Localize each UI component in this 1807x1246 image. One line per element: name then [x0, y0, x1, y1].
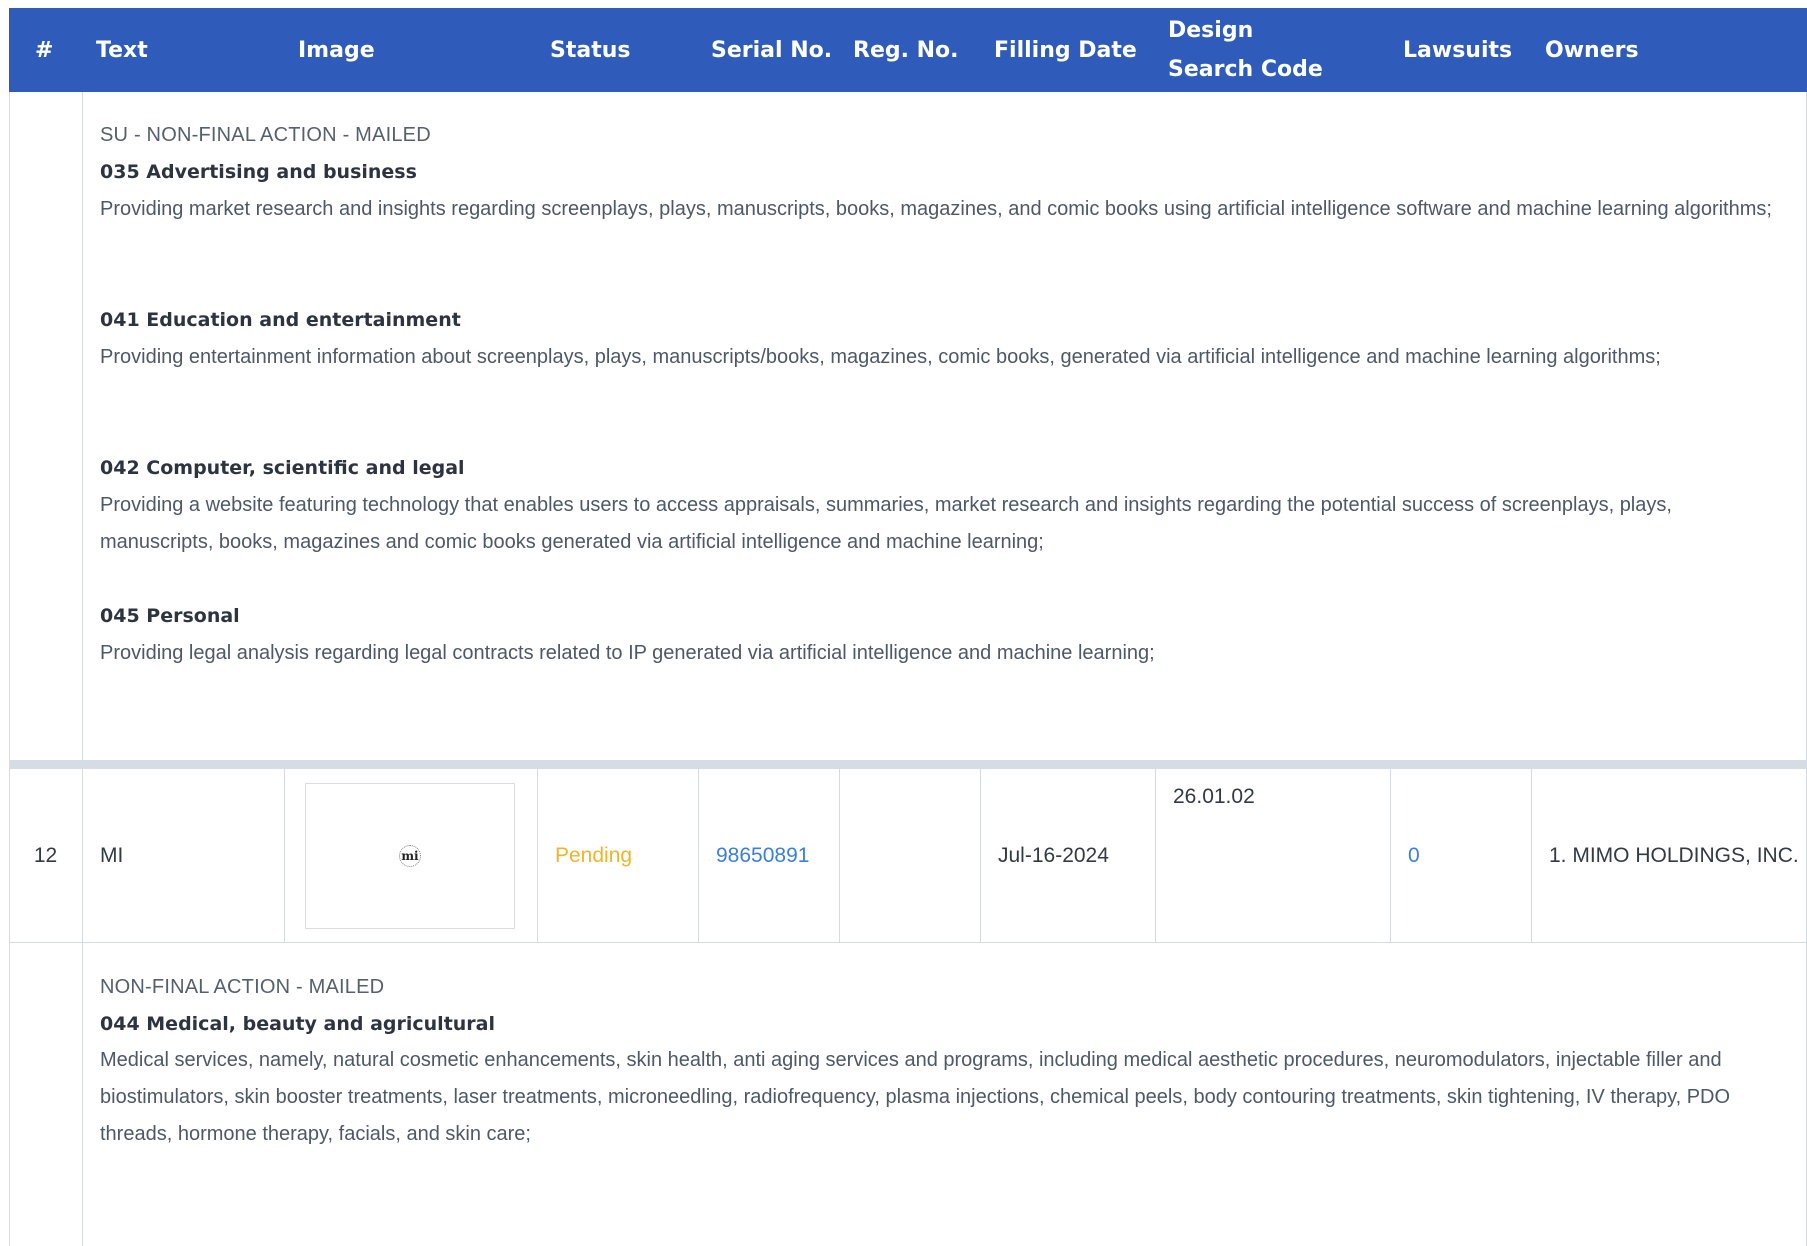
class-title: 045 Personal	[100, 605, 240, 627]
cell-image: mi	[284, 769, 537, 942]
detail-status-line: SU - NON-FINAL ACTION - MAILED	[100, 124, 431, 146]
cell-status: Pending	[537, 769, 698, 942]
header-lawsuits[interactable]: Lawsuits	[1403, 8, 1512, 92]
class-title: 042 Computer, scientific and legal	[100, 457, 465, 479]
table-header: # Text Image Status Serial No. Reg. No. …	[9, 8, 1807, 92]
header-index[interactable]: #	[35, 8, 53, 92]
cell-owners: 1. MIMO HOLDINGS, INC.	[1531, 769, 1807, 942]
cell-filling-date: Jul-16-2024	[980, 769, 1155, 942]
cell-index: 12	[9, 769, 82, 942]
cell-text: MI	[82, 769, 284, 942]
detail-status-line: NON-FINAL ACTION - MAILED	[100, 976, 385, 998]
class-description: Providing legal analysis regarding legal…	[100, 642, 1155, 664]
filling-date: Jul-16-2024	[998, 843, 1109, 867]
previous-row-detail: SU - NON-FINAL ACTION - MAILED 035 Adver…	[82, 92, 1806, 760]
lawsuits-link[interactable]: 0	[1408, 844, 1420, 868]
class-description: Providing market research and insights r…	[100, 198, 1772, 220]
class-title: 035 Advertising and business	[100, 161, 417, 183]
table-row[interactable]: 12 MI mi Pending 98650891 Jul-16-2024 26…	[9, 769, 1807, 943]
row-index: 12	[33, 843, 58, 867]
design-search-code: 26.01.02	[1173, 785, 1255, 808]
header-filling-date[interactable]: Filling Date	[994, 8, 1137, 92]
header-design-search-code[interactable]: Design Search Code	[1168, 8, 1343, 92]
header-owners[interactable]: Owners	[1545, 8, 1639, 92]
trademark-logo: mi	[399, 844, 421, 867]
serial-number-link[interactable]: 98650891	[716, 844, 809, 868]
header-image[interactable]: Image	[298, 8, 375, 92]
header-serial-no[interactable]: Serial No.	[711, 8, 832, 92]
class-title: 041 Education and entertainment	[100, 309, 461, 331]
trademark-image[interactable]: mi	[305, 782, 515, 929]
header-status[interactable]: Status	[550, 8, 630, 92]
class-description: Providing entertainment information abou…	[100, 346, 1661, 368]
row-separator	[9, 760, 1807, 769]
header-text[interactable]: Text	[96, 8, 148, 92]
status-badge: Pending	[555, 843, 633, 867]
class-title: 044 Medical, beauty and agricultural	[100, 1013, 496, 1035]
cell-serial-no: 98650891	[698, 769, 839, 942]
cell-lawsuits: 0	[1390, 769, 1531, 942]
cell-design-search-code: 26.01.02	[1155, 769, 1390, 942]
owner-name: 1. MIMO HOLDINGS, INC.	[1549, 843, 1799, 867]
cell-reg-no	[839, 769, 980, 942]
trademark-text: MI	[100, 843, 124, 867]
row-detail: NON-FINAL ACTION - MAILED 044 Medical, b…	[82, 943, 1806, 1246]
header-reg-no[interactable]: Reg. No.	[853, 8, 959, 92]
class-description: Medical services, namely, natural cosmet…	[100, 1049, 1731, 1145]
class-description: Providing a website featuring technology…	[100, 494, 1672, 553]
